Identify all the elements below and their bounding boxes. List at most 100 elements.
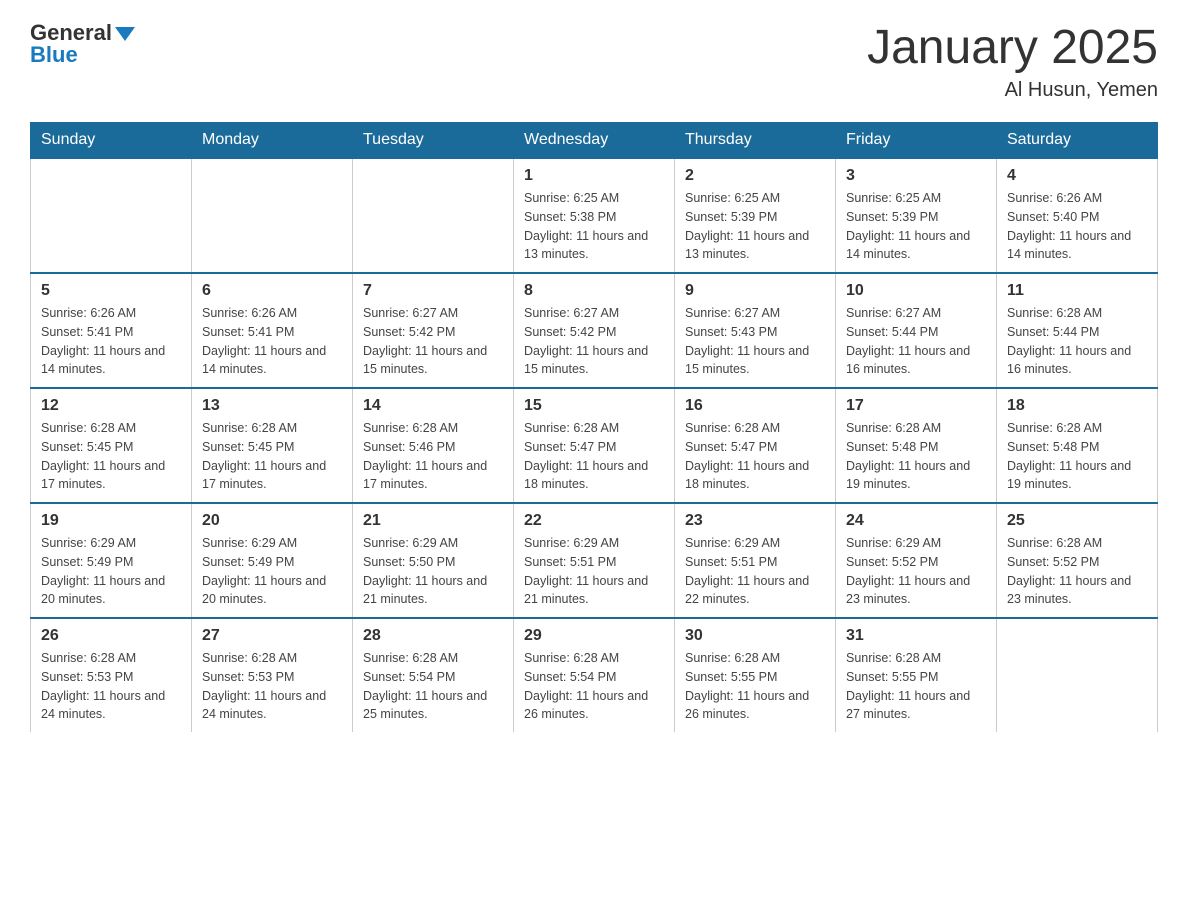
calendar-cell: 14Sunrise: 6:28 AM Sunset: 5:46 PM Dayli…	[353, 388, 514, 503]
calendar-cell: 4 Sunrise: 6:26 AM Sunset: 5:40 PM Daylig…	[997, 158, 1158, 273]
calendar-cell: 10 Sunrise: 6:27 AM Sunset: 5:44 PM Dayli…	[836, 273, 997, 388]
day-number: 5	[41, 282, 181, 300]
header-cell-thursday: Thursday	[675, 123, 836, 159]
calendar-cell	[353, 158, 514, 273]
day-info: Sunrise: 6:28 AM Sunset: 5:54 PM Dayligh…	[524, 649, 664, 724]
day-number: 29	[524, 627, 664, 645]
calendar-cell	[997, 618, 1158, 732]
header-cell-tuesday: Tuesday	[353, 123, 514, 159]
day-info: Sunrise: 6:29 AM Sunset: 5:49 PM Dayligh…	[202, 534, 342, 609]
day-info: Sunrise: 6:25 AM Sunset: 5:39 PM Dayligh…	[685, 189, 825, 264]
title-area: January 2025 Al Husun, Yemen	[867, 20, 1158, 102]
header-row: SundayMondayTuesdayWednesdayThursdayFrid…	[31, 123, 1158, 159]
day-info: Sunrise: 6:29 AM Sunset: 5:51 PM Dayligh…	[685, 534, 825, 609]
day-info: Sunrise: 6:28 AM Sunset: 5:52 PM Dayligh…	[1007, 534, 1147, 609]
calendar-header: SundayMondayTuesdayWednesdayThursdayFrid…	[31, 123, 1158, 159]
day-info: Sunrise: 6:28 AM Sunset: 5:46 PM Dayligh…	[363, 419, 503, 494]
day-number: 16	[685, 397, 825, 415]
day-number: 13	[202, 397, 342, 415]
calendar-cell: 21Sunrise: 6:29 AM Sunset: 5:50 PM Dayli…	[353, 503, 514, 618]
calendar-cell: 6Sunrise: 6:26 AM Sunset: 5:41 PM Daylig…	[192, 273, 353, 388]
calendar-cell: 1Sunrise: 6:25 AM Sunset: 5:38 PM Daylig…	[514, 158, 675, 273]
calendar-cell: 7 Sunrise: 6:27 AM Sunset: 5:42 PM Daylig…	[353, 273, 514, 388]
calendar-cell	[31, 158, 192, 273]
calendar-cell: 16 Sunrise: 6:28 AM Sunset: 5:47 PM Dayli…	[675, 388, 836, 503]
calendar-cell: 23 Sunrise: 6:29 AM Sunset: 5:51 PM Dayli…	[675, 503, 836, 618]
calendar-cell: 26 Sunrise: 6:28 AM Sunset: 5:53 PM Dayli…	[31, 618, 192, 732]
calendar-body: 1Sunrise: 6:25 AM Sunset: 5:38 PM Daylig…	[31, 158, 1158, 732]
day-info: Sunrise: 6:28 AM Sunset: 5:48 PM Dayligh…	[1007, 419, 1147, 494]
calendar-cell: 31 Sunrise: 6:28 AM Sunset: 5:55 PM Dayli…	[836, 618, 997, 732]
day-number: 25	[1007, 512, 1147, 530]
day-number: 4	[1007, 167, 1147, 185]
day-number: 24	[846, 512, 986, 530]
day-info: Sunrise: 6:28 AM Sunset: 5:55 PM Dayligh…	[846, 649, 986, 724]
day-number: 19	[41, 512, 181, 530]
page-header: General Blue January 2025 Al Husun, Yeme…	[30, 20, 1158, 102]
day-info: Sunrise: 6:27 AM Sunset: 5:42 PM Dayligh…	[363, 304, 503, 379]
day-info: Sunrise: 6:28 AM Sunset: 5:47 PM Dayligh…	[524, 419, 664, 494]
day-info: Sunrise: 6:28 AM Sunset: 5:47 PM Dayligh…	[685, 419, 825, 494]
day-info: Sunrise: 6:29 AM Sunset: 5:52 PM Dayligh…	[846, 534, 986, 609]
logo-arrow-icon	[115, 27, 135, 41]
day-info: Sunrise: 6:28 AM Sunset: 5:48 PM Dayligh…	[846, 419, 986, 494]
day-number: 17	[846, 397, 986, 415]
calendar-cell	[192, 158, 353, 273]
calendar-cell: 24 Sunrise: 6:29 AM Sunset: 5:52 PM Dayli…	[836, 503, 997, 618]
day-number: 10	[846, 282, 986, 300]
calendar-cell: 25 Sunrise: 6:28 AM Sunset: 5:52 PM Dayli…	[997, 503, 1158, 618]
calendar-subtitle: Al Husun, Yemen	[867, 79, 1158, 102]
calendar-cell: 9Sunrise: 6:27 AM Sunset: 5:43 PM Daylig…	[675, 273, 836, 388]
day-number: 8	[524, 282, 664, 300]
day-number: 11	[1007, 282, 1147, 300]
header-cell-saturday: Saturday	[997, 123, 1158, 159]
day-info: Sunrise: 6:28 AM Sunset: 5:55 PM Dayligh…	[685, 649, 825, 724]
day-number: 21	[363, 512, 503, 530]
calendar-cell: 8Sunrise: 6:27 AM Sunset: 5:42 PM Daylig…	[514, 273, 675, 388]
day-info: Sunrise: 6:28 AM Sunset: 5:53 PM Dayligh…	[41, 649, 181, 724]
calendar-cell: 30 Sunrise: 6:28 AM Sunset: 5:55 PM Dayli…	[675, 618, 836, 732]
week-row-1: 1Sunrise: 6:25 AM Sunset: 5:38 PM Daylig…	[31, 158, 1158, 273]
day-number: 2	[685, 167, 825, 185]
calendar-title: January 2025	[867, 20, 1158, 75]
calendar-cell: 3Sunrise: 6:25 AM Sunset: 5:39 PM Daylig…	[836, 158, 997, 273]
calendar-cell: 13 Sunrise: 6:28 AM Sunset: 5:45 PM Dayli…	[192, 388, 353, 503]
day-number: 7	[363, 282, 503, 300]
logo: General Blue	[30, 20, 135, 68]
calendar-table: SundayMondayTuesdayWednesdayThursdayFrid…	[30, 122, 1158, 732]
calendar-cell: 27 Sunrise: 6:28 AM Sunset: 5:53 PM Dayli…	[192, 618, 353, 732]
day-info: Sunrise: 6:28 AM Sunset: 5:45 PM Dayligh…	[202, 419, 342, 494]
week-row-5: 26 Sunrise: 6:28 AM Sunset: 5:53 PM Dayli…	[31, 618, 1158, 732]
week-row-4: 19 Sunrise: 6:29 AM Sunset: 5:49 PM Dayli…	[31, 503, 1158, 618]
week-row-3: 12 Sunrise: 6:28 AM Sunset: 5:45 PM Dayli…	[31, 388, 1158, 503]
day-number: 26	[41, 627, 181, 645]
calendar-cell: 5Sunrise: 6:26 AM Sunset: 5:41 PM Daylig…	[31, 273, 192, 388]
day-info: Sunrise: 6:26 AM Sunset: 5:41 PM Dayligh…	[202, 304, 342, 379]
week-row-2: 5 Sunrise: 6:26 AM Sunset: 5:41 PM Daylig…	[31, 273, 1158, 388]
day-number: 20	[202, 512, 342, 530]
day-number: 12	[41, 397, 181, 415]
day-number: 3	[846, 167, 986, 185]
calendar-cell: 2 Sunrise: 6:25 AM Sunset: 5:39 PM Daylig…	[675, 158, 836, 273]
logo-blue-text: Blue	[30, 42, 78, 68]
day-info: Sunrise: 6:28 AM Sunset: 5:45 PM Dayligh…	[41, 419, 181, 494]
day-number: 15	[524, 397, 664, 415]
calendar-cell: 12 Sunrise: 6:28 AM Sunset: 5:45 PM Dayli…	[31, 388, 192, 503]
calendar-cell: 28Sunrise: 6:28 AM Sunset: 5:54 PM Dayli…	[353, 618, 514, 732]
day-number: 22	[524, 512, 664, 530]
day-info: Sunrise: 6:28 AM Sunset: 5:53 PM Dayligh…	[202, 649, 342, 724]
calendar-cell: 17 Sunrise: 6:28 AM Sunset: 5:48 PM Dayli…	[836, 388, 997, 503]
day-info: Sunrise: 6:28 AM Sunset: 5:54 PM Dayligh…	[363, 649, 503, 724]
calendar-cell: 19Sunrise: 6:29 AM Sunset: 5:49 PM Dayli…	[31, 503, 192, 618]
header-cell-monday: Monday	[192, 123, 353, 159]
day-number: 27	[202, 627, 342, 645]
day-number: 30	[685, 627, 825, 645]
calendar-cell: 20 Sunrise: 6:29 AM Sunset: 5:49 PM Dayli…	[192, 503, 353, 618]
calendar-cell: 22Sunrise: 6:29 AM Sunset: 5:51 PM Dayli…	[514, 503, 675, 618]
day-info: Sunrise: 6:26 AM Sunset: 5:40 PM Dayligh…	[1007, 189, 1147, 264]
day-info: Sunrise: 6:27 AM Sunset: 5:44 PM Dayligh…	[846, 304, 986, 379]
day-number: 23	[685, 512, 825, 530]
day-number: 31	[846, 627, 986, 645]
calendar-cell: 11Sunrise: 6:28 AM Sunset: 5:44 PM Dayli…	[997, 273, 1158, 388]
day-info: Sunrise: 6:27 AM Sunset: 5:43 PM Dayligh…	[685, 304, 825, 379]
